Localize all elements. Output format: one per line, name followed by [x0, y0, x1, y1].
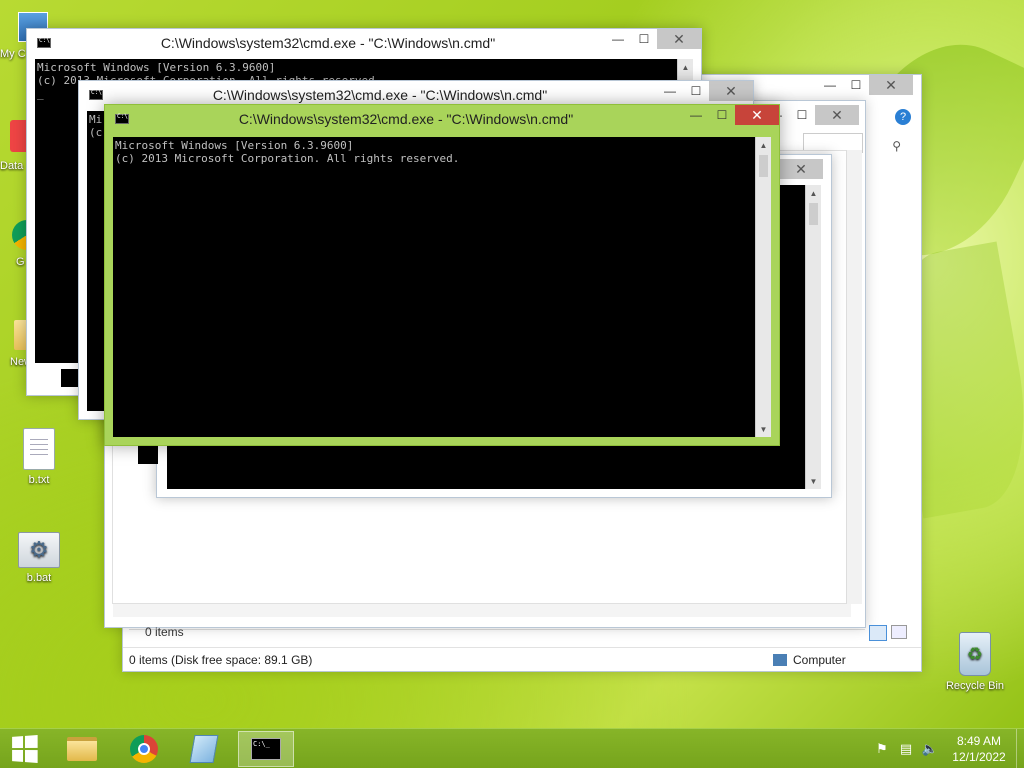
desktop-icon-label: Data [0, 160, 24, 172]
scroll-down-arrow-icon[interactable]: ▼ [756, 421, 771, 437]
window-title: C:\Windows\system32\cmd.exe - "C:\Window… [238, 111, 574, 127]
minimize-button[interactable]: — [683, 105, 709, 125]
scroll-up-arrow-icon[interactable]: ▲ [756, 137, 771, 153]
desktop-icon-label: b.bat [26, 572, 52, 584]
details-view-icon[interactable] [869, 625, 887, 641]
clock-time: 8:49 AM [956, 734, 1002, 748]
close-button[interactable]: ✕ [657, 29, 701, 49]
console-fragment [61, 369, 79, 387]
horizontal-scrollbar[interactable] [113, 603, 851, 617]
window-title: C:\Windows\system32\cmd.exe - "C:\Window… [212, 87, 548, 103]
scroll-thumb[interactable] [759, 155, 768, 177]
maximize-button[interactable]: ☐ [709, 105, 735, 125]
desktop-icon-b-bat[interactable]: ⚙ b.bat [4, 532, 74, 584]
file-explorer-icon [67, 737, 97, 761]
desktop-icon-label: b.txt [28, 474, 50, 486]
start-button[interactable] [0, 731, 48, 767]
explorer-content-area [129, 629, 865, 645]
close-button[interactable]: ✕ [709, 81, 753, 101]
maximize-button[interactable]: ☐ [631, 29, 657, 49]
scroll-down-arrow-icon[interactable]: ▼ [806, 473, 821, 489]
cmd-icon [115, 113, 129, 124]
close-button[interactable]: ✕ [735, 105, 779, 125]
recycle-bin-icon: ♻ [959, 632, 991, 676]
windows-start-icon [12, 735, 38, 763]
cmd-console-output: Microsoft Windows [Version 6.3.9600] (c)… [113, 137, 755, 437]
desktop-icon-b-txt[interactable]: b.txt [4, 428, 74, 486]
title-bar[interactable]: C:\Windows\system32\cmd.exe - "C:\Window… [105, 105, 779, 133]
scroll-thumb[interactable] [809, 203, 818, 225]
maximize-button[interactable]: ☐ [789, 105, 815, 125]
clock-date: 12/1/2022 [952, 750, 1006, 764]
clock[interactable]: 8:49 AM 12/1/2022 [942, 733, 1016, 765]
search-icon[interactable]: ⚲ [892, 139, 901, 153]
large-icons-view-icon[interactable] [891, 625, 907, 639]
cmd-window-active[interactable]: C:\Windows\system32\cmd.exe - "C:\Window… [104, 104, 780, 446]
desktop-icon-recycle-bin[interactable]: ♻ Recycle Bin [940, 632, 1010, 692]
cmd-icon: C:\_ [251, 738, 281, 760]
notepad-icon [189, 735, 219, 763]
action-center-flag-icon[interactable]: ⚑ [870, 741, 894, 757]
taskbar: C:\_ ⚑ ▤ 🔈 8:49 AM 12/1/2022 [0, 728, 1024, 768]
console-line: (c) 2013 Microsoft Corporation. All righ… [115, 152, 460, 165]
scroll-up-arrow-icon[interactable]: ▲ [806, 185, 821, 201]
console-line: Microsoft Windows [Version 6.3.9600] [115, 139, 354, 152]
maximize-button[interactable]: ☐ [843, 75, 869, 95]
vertical-scrollbar[interactable]: ▲ ▼ [805, 185, 821, 489]
text-file-icon [23, 428, 55, 470]
pane-vertical-scrollbar[interactable] [846, 150, 862, 604]
system-tray: ⚑ ▤ 🔈 8:49 AM 12/1/2022 [870, 729, 1024, 768]
title-bar[interactable]: C:\Windows\system32\cmd.exe - "C:\Window… [27, 29, 701, 57]
maximize-button[interactable]: ☐ [683, 81, 709, 101]
window-title: C:\Windows\system32\cmd.exe - "C:\Window… [160, 35, 496, 51]
volume-icon[interactable]: 🔈 [918, 741, 942, 757]
desktop-icon-label: G [16, 256, 25, 268]
taskbar-notepad[interactable] [176, 731, 232, 767]
scroll-up-arrow-icon[interactable]: ▲ [678, 59, 693, 75]
console-line: (c [89, 126, 103, 139]
close-button[interactable]: ✕ [779, 159, 823, 179]
help-icon[interactable]: ? [895, 109, 911, 125]
explorer-status-bar: 0 items (Disk free space: 89.1 GB) Compu… [123, 647, 921, 671]
network-icon[interactable]: ▤ [894, 741, 918, 757]
batch-file-gear-icon: ⚙ [18, 532, 60, 568]
cmd-icon [89, 89, 103, 100]
cmd-icon [37, 37, 51, 48]
chrome-icon [130, 735, 158, 763]
window-controls: — ☐ ✕ [817, 75, 913, 95]
console-line: Mi [89, 113, 103, 126]
minimize-button[interactable]: — [605, 29, 631, 49]
desktop-icon-label: Recycle Bin [945, 680, 1005, 692]
status-location: Computer [793, 652, 846, 667]
taskbar-file-explorer[interactable] [54, 731, 110, 767]
computer-icon [773, 653, 787, 666]
show-desktop-button[interactable] [1016, 729, 1024, 768]
console-cursor: _ [37, 87, 44, 100]
close-button[interactable]: ✕ [869, 75, 913, 95]
window-controls: — ☐ ✕ [683, 105, 779, 125]
minimize-button[interactable]: — [657, 81, 683, 101]
minimize-button[interactable]: — [817, 75, 843, 95]
item-count: 0 items [145, 625, 184, 639]
close-button[interactable]: ✕ [815, 105, 859, 125]
status-text: 0 items (Disk free space: 89.1 GB) [129, 652, 313, 667]
window-controls: — ☐ ✕ [657, 81, 753, 101]
vertical-scrollbar[interactable]: ▲ ▼ [755, 137, 771, 437]
console-line: Microsoft Windows [Version 6.3.9600] [37, 61, 276, 74]
window-controls: — ☐ ✕ [605, 29, 701, 49]
desktop-icon-label: My C [0, 48, 26, 60]
taskbar-chrome[interactable] [116, 731, 172, 767]
taskbar-cmd[interactable]: C:\_ [238, 731, 294, 767]
